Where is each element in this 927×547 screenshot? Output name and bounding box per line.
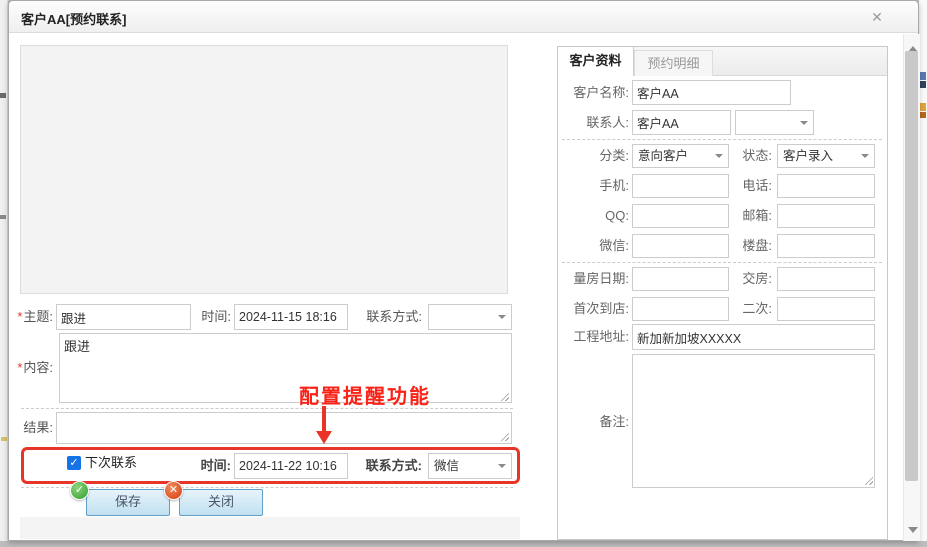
section-divider <box>562 262 882 263</box>
status-select[interactable]: 客户录入 <box>777 144 875 168</box>
left-footer-area <box>20 517 520 539</box>
next-contact-checkbox[interactable]: ✓ <box>67 456 81 470</box>
dialog-titlebar: 客户AA[预约联系] ✕ <box>9 1 918 33</box>
content-label: *内容: <box>17 360 53 375</box>
first-visit-input[interactable] <box>632 297 729 321</box>
customer-name-input[interactable] <box>632 80 791 105</box>
record-list-area <box>20 45 508 294</box>
background-fragment <box>920 103 926 111</box>
delivery-input[interactable] <box>777 267 875 291</box>
dropdown-arrow-icon <box>498 315 506 323</box>
save-check-icon: ✓ <box>70 481 89 500</box>
page-background-bottom <box>0 541 927 547</box>
category-select[interactable]: 意向客户 <box>632 144 729 168</box>
mobile-label: 手机: <box>599 178 629 193</box>
measure-date-label: 量房日期: <box>573 271 629 286</box>
result-label: 结果: <box>23 420 53 435</box>
required-mark: * <box>17 309 23 324</box>
email-label: 邮箱: <box>742 208 772 223</box>
background-fragment <box>920 72 926 80</box>
background-fragment <box>0 215 6 219</box>
subject-input[interactable] <box>56 304 191 330</box>
phone-label: 电话: <box>742 178 772 193</box>
close-x-icon: ✕ <box>164 481 183 500</box>
dialog-title: 客户AA[预约联系] <box>21 12 127 27</box>
contact-method-select[interactable] <box>428 304 512 330</box>
page-background-left <box>0 0 8 541</box>
dropdown-arrow-icon <box>498 464 506 472</box>
scrollbar-thumb[interactable] <box>905 51 918 481</box>
next-contact-method-select[interactable]: 微信 <box>428 453 512 479</box>
remark-textarea[interactable] <box>632 354 875 488</box>
section-divider <box>562 139 882 140</box>
subject-label: *主题: <box>17 309 53 324</box>
close-button[interactable]: 关闭 <box>179 489 263 516</box>
building-input[interactable] <box>777 234 875 258</box>
scroll-down-icon[interactable] <box>908 527 918 538</box>
next-contact-method-value: 微信 <box>434 459 460 473</box>
qq-label: QQ: <box>605 208 629 223</box>
save-button[interactable]: 保存 <box>86 489 170 516</box>
remark-label: 备注: <box>599 414 629 429</box>
tab-customer-info[interactable]: 客户资料 <box>558 47 634 76</box>
project-address-input[interactable] <box>632 324 875 350</box>
phone-input[interactable] <box>777 174 875 198</box>
status-value: 客户录入 <box>783 149 834 163</box>
second-visit-input[interactable] <box>777 297 875 321</box>
next-time-input[interactable] <box>234 453 348 479</box>
annotation-arrow <box>322 406 326 432</box>
dropdown-arrow-icon <box>800 120 808 129</box>
appointment-contact-dialog: 客户AA[预约联系] ✕ *主题: 时间: 联系方式: *内容: 跟进 结果: … <box>8 0 920 541</box>
annotation-arrow-head <box>316 431 332 444</box>
required-mark: * <box>17 360 23 375</box>
section-divider <box>21 408 513 409</box>
next-contact-label: 下次联系 <box>85 455 138 470</box>
status-label: 状态: <box>742 148 772 163</box>
building-label: 楼盘: <box>742 238 772 253</box>
time-input[interactable] <box>234 304 348 330</box>
project-address-label: 工程地址: <box>573 329 629 344</box>
contact-person-label: 联系人: <box>586 115 629 130</box>
wechat-label: 微信: <box>599 238 629 253</box>
annotation-text: 配置提醒功能 <box>299 386 431 408</box>
category-value: 意向客户 <box>638 149 689 163</box>
content-textarea[interactable]: 跟进 <box>59 333 512 403</box>
result-textarea[interactable] <box>56 412 512 444</box>
category-label: 分类: <box>599 148 629 163</box>
customer-info-panel: 客户资料 预约明细 客户名称: 联系人: 分类: 意向客户 状态: 客户录入 手… <box>557 46 888 540</box>
dropdown-arrow-icon <box>861 154 869 162</box>
background-fragment <box>920 112 926 118</box>
second-visit-label: 二次: <box>742 301 772 316</box>
tab-appointment-detail[interactable]: 预约明细 <box>634 50 713 76</box>
background-fragment <box>1 437 7 441</box>
close-icon[interactable]: ✕ <box>867 7 887 27</box>
background-fragment <box>920 81 926 88</box>
email-input[interactable] <box>777 204 875 228</box>
background-fragment <box>0 93 6 98</box>
next-time-label: 时间: <box>200 458 231 473</box>
page-background-right <box>919 0 927 541</box>
next-contact-method-label: 联系方式: <box>365 458 422 473</box>
section-divider <box>21 487 513 488</box>
contact-person-input[interactable] <box>632 110 731 135</box>
measure-date-input[interactable] <box>632 267 729 291</box>
qq-input[interactable] <box>632 204 729 228</box>
contact-person-select[interactable] <box>735 110 814 135</box>
delivery-label: 交房: <box>742 271 772 286</box>
first-visit-label: 首次到店: <box>573 301 629 316</box>
customer-name-label: 客户名称: <box>573 85 629 100</box>
wechat-input[interactable] <box>632 234 729 258</box>
mobile-input[interactable] <box>632 174 729 198</box>
time-label: 时间: <box>201 309 231 324</box>
contact-method-label: 联系方式: <box>366 309 422 324</box>
